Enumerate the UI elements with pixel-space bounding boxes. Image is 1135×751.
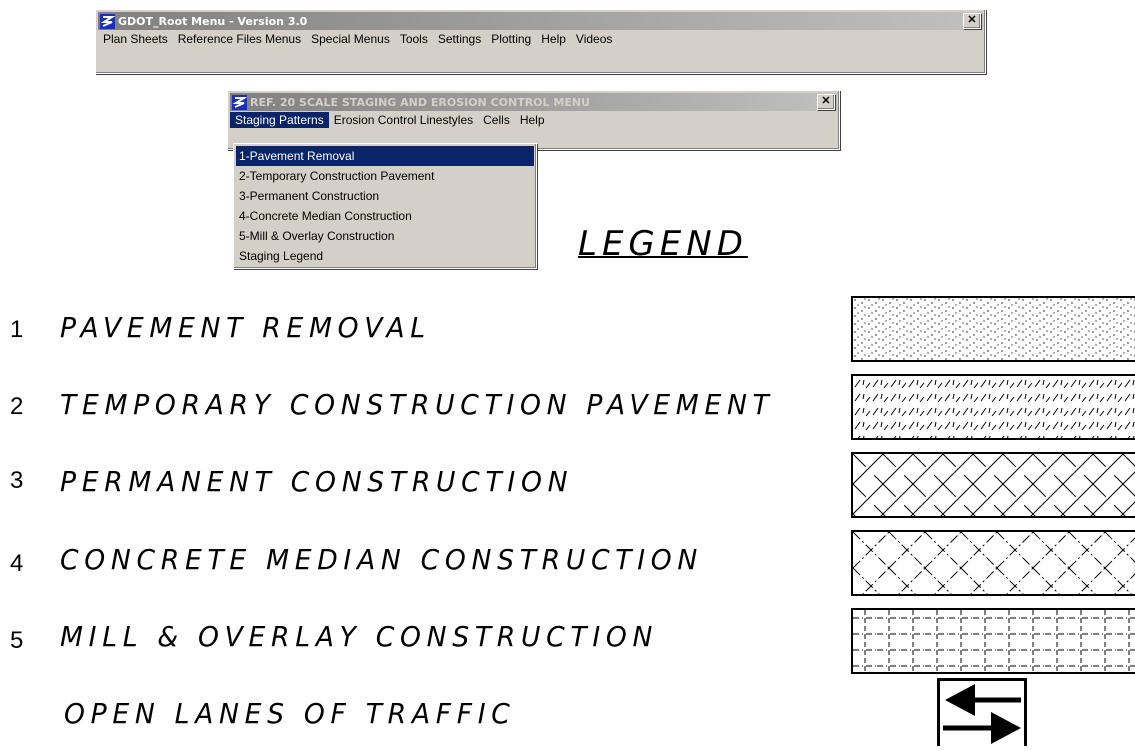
pattern-swatch-dashed-crosshatch bbox=[851, 530, 1135, 596]
root-menubar: Plan Sheets Reference Files Menus Specia… bbox=[96, 30, 985, 48]
staging-patterns-dropdown: 1-Pavement Removal 2-Temporary Construct… bbox=[233, 143, 537, 269]
row-number: 3 bbox=[10, 467, 24, 494]
menu-special-menus[interactable]: Special Menus bbox=[306, 31, 395, 47]
root-titlebar[interactable]: GDOT_Root Menu - Version 3.0 ✕ bbox=[98, 12, 983, 30]
traffic-label: OPEN LANES OF TRAFFIC bbox=[64, 697, 516, 730]
menu-staging-help[interactable]: Help bbox=[515, 112, 550, 128]
dropdown-item-temporary-construction[interactable]: 2-Temporary Construction Pavement bbox=[236, 166, 534, 186]
pattern-swatch-short-slashes bbox=[851, 374, 1135, 440]
root-menu-window: GDOT_Root Menu - Version 3.0 ✕ Plan Shee… bbox=[95, 9, 986, 74]
root-close-button[interactable]: ✕ bbox=[963, 13, 981, 29]
row-number: 5 bbox=[10, 627, 24, 654]
app-logo-icon bbox=[100, 13, 115, 29]
legend-title: LEGEND bbox=[578, 224, 748, 264]
menu-videos[interactable]: Videos bbox=[571, 31, 617, 47]
dropdown-item-mill-overlay[interactable]: 5-Mill & Overlay Construction bbox=[236, 226, 534, 246]
staging-window-title: REF. 20 SCALE STAGING AND EROSION CONTRO… bbox=[250, 95, 590, 109]
menu-staging-patterns[interactable]: Staging Patterns bbox=[230, 112, 329, 128]
menu-reference-files[interactable]: Reference Files Menus bbox=[173, 31, 306, 47]
dropdown-item-pavement-removal[interactable]: 1-Pavement Removal bbox=[236, 146, 534, 166]
menu-plotting[interactable]: Plotting bbox=[486, 31, 536, 47]
menu-tools[interactable]: Tools bbox=[395, 31, 433, 47]
menu-help[interactable]: Help bbox=[536, 31, 571, 47]
menu-settings[interactable]: Settings bbox=[433, 31, 486, 47]
dropdown-item-permanent-construction[interactable]: 3-Permanent Construction bbox=[236, 186, 534, 206]
menu-plan-sheets[interactable]: Plan Sheets bbox=[98, 31, 173, 47]
staging-menubar: Staging Patterns Erosion Control Linesty… bbox=[228, 111, 839, 129]
staging-menu-window: REF. 20 SCALE STAGING AND EROSION CONTRO… bbox=[227, 90, 840, 150]
row-number: 2 bbox=[10, 393, 24, 420]
pattern-swatch-crosshatch bbox=[851, 452, 1135, 518]
row-label: PERMANENT CONSTRUCTION bbox=[60, 465, 574, 498]
root-window-title: GDOT_Root Menu - Version 3.0 bbox=[118, 14, 308, 28]
dropdown-item-concrete-median[interactable]: 4-Concrete Median Construction bbox=[236, 206, 534, 226]
row-label: TEMPORARY CONSTRUCTION PAVEMENT bbox=[60, 388, 775, 421]
row-number: 1 bbox=[10, 316, 24, 343]
menu-erosion-control-linestyles[interactable]: Erosion Control Linestyles bbox=[329, 112, 478, 128]
staging-close-button[interactable]: ✕ bbox=[817, 94, 835, 110]
opposing-arrows-icon bbox=[937, 678, 1027, 751]
staging-titlebar[interactable]: REF. 20 SCALE STAGING AND EROSION CONTRO… bbox=[230, 93, 837, 111]
menu-cells[interactable]: Cells bbox=[478, 112, 515, 128]
app-logo-icon bbox=[232, 94, 247, 110]
row-label: PAVEMENT REMOVAL bbox=[60, 311, 431, 344]
pattern-swatch-dots bbox=[851, 296, 1135, 362]
pattern-swatch-dashed-grid bbox=[851, 608, 1135, 674]
row-number: 4 bbox=[10, 550, 24, 577]
row-label: MILL & OVERLAY CONSTRUCTION bbox=[60, 620, 659, 653]
dropdown-item-staging-legend[interactable]: Staging Legend bbox=[236, 246, 534, 266]
row-label: CONCRETE MEDIAN CONSTRUCTION bbox=[60, 543, 704, 576]
